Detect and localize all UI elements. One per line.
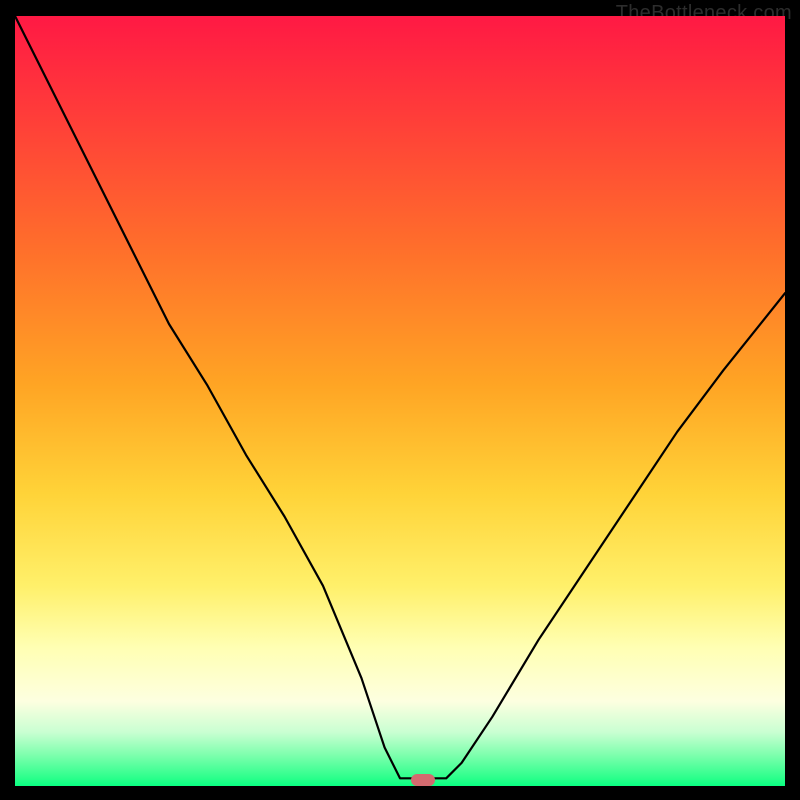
chart-container: TheBottleneck.com bbox=[0, 0, 800, 800]
optimal-marker bbox=[411, 774, 435, 786]
plot-area bbox=[15, 16, 785, 786]
bottleneck-curve bbox=[15, 16, 785, 786]
